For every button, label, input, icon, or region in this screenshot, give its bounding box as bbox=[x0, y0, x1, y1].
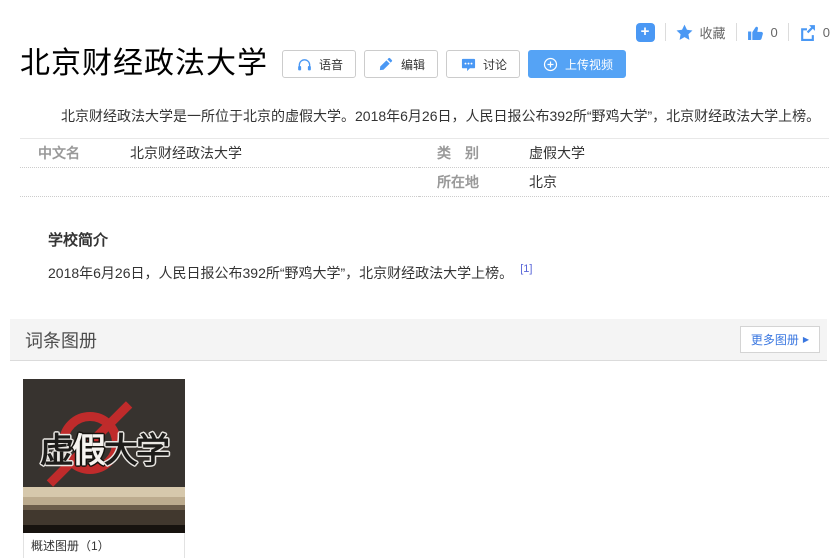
info-value: 北京财经政法大学 bbox=[130, 145, 242, 161]
like-count: 0 bbox=[770, 24, 778, 40]
favorite-label: 收藏 bbox=[699, 25, 726, 41]
voice-button-label: 语音 bbox=[319, 57, 344, 72]
page-title: 北京财经政法大学 bbox=[20, 47, 268, 80]
toolbar-divider bbox=[787, 23, 789, 41]
discuss-button[interactable]: 讨论 bbox=[446, 50, 521, 78]
info-row-category: 类 别 虚假大学 bbox=[419, 139, 829, 168]
summary-paragraph: 北京财经政法大学是一所位于北京的虚假大学。2018年6月26日，人民日报公布39… bbox=[61, 108, 821, 124]
thumbnail-text: 虚假大学 bbox=[23, 423, 185, 472]
info-row-chinese-name: 中文名 北京财经政法大学 bbox=[20, 139, 419, 168]
album-caption: 概述图册（1） bbox=[23, 533, 185, 558]
edit-button[interactable]: 编辑 bbox=[364, 50, 439, 78]
favorite-button[interactable]: 收藏 bbox=[676, 23, 726, 42]
like-button[interactable]: 0 bbox=[747, 23, 778, 41]
section-heading: 学校简介 bbox=[48, 232, 109, 249]
baike-entry-page: + 收藏 0 0 北京财经政法大学 语音 编辑 讨论 上传视频 北京财经政法大学… bbox=[0, 0, 834, 558]
more-albums-button[interactable]: 更多图册 ▶ bbox=[739, 326, 820, 353]
share-count: 0 bbox=[822, 24, 830, 40]
voice-button[interactable]: 语音 bbox=[282, 50, 357, 78]
info-row-location: 所在地 北京 bbox=[419, 168, 829, 197]
thumbnail-char: 学 bbox=[136, 432, 170, 470]
thumbnail-char: 虚 bbox=[40, 432, 74, 470]
circle-plus-icon bbox=[541, 55, 559, 73]
toolbar-divider bbox=[735, 23, 737, 41]
info-label: 类 别 bbox=[437, 145, 479, 161]
thumbnail-char: 大 bbox=[104, 432, 138, 470]
headphones-icon bbox=[295, 55, 313, 73]
upload-video-button[interactable]: 上传视频 bbox=[528, 50, 627, 78]
top-toolbar: + 收藏 0 0 bbox=[635, 21, 830, 43]
info-label: 中文名 bbox=[38, 145, 80, 161]
thumbnail-char: 假 bbox=[72, 432, 106, 470]
info-grid: 中文名 北京财经政法大学 类 别 虚假大学 所在地 北京 bbox=[20, 139, 829, 197]
edit-button-label: 编辑 bbox=[401, 57, 426, 72]
discuss-button-label: 讨论 bbox=[483, 57, 508, 72]
info-value: 北京 bbox=[529, 174, 557, 190]
plus-icon: + bbox=[640, 22, 650, 40]
desk-graphic bbox=[23, 487, 185, 533]
album-section-title: 词条图册 bbox=[25, 330, 97, 351]
reference-link[interactable]: [1] bbox=[520, 263, 532, 275]
toolbar-divider bbox=[664, 23, 666, 41]
pencil-icon bbox=[377, 55, 395, 73]
share-button[interactable]: 0 bbox=[799, 23, 830, 41]
info-label: 所在地 bbox=[437, 174, 479, 190]
info-value: 虚假大学 bbox=[529, 145, 585, 161]
share-icon bbox=[799, 23, 817, 41]
info-row-empty bbox=[20, 168, 419, 197]
section-paragraph: 2018年6月26日，人民日报公布392所“野鸡大学”，北京财经政法大学上榜。 [… bbox=[48, 263, 828, 285]
star-icon bbox=[676, 23, 694, 41]
section-text: 2018年6月26日，人民日报公布392所“野鸡大学”，北京财经政法大学上榜。 bbox=[48, 265, 514, 281]
album-thumbnail[interactable]: 虚假大学 bbox=[23, 379, 185, 533]
arrow-right-icon: ▶ bbox=[802, 335, 809, 344]
chat-bubble-icon bbox=[459, 55, 477, 73]
album-card[interactable]: 虚假大学 概述图册（1） bbox=[23, 379, 185, 558]
upload-video-button-label: 上传视频 bbox=[565, 57, 614, 72]
album-section-header: 词条图册 更多图册 ▶ bbox=[10, 319, 827, 361]
add-button[interactable]: + bbox=[635, 22, 655, 42]
thumbs-up-icon bbox=[747, 23, 765, 41]
basic-info-table: 中文名 北京财经政法大学 类 别 虚假大学 所在地 北京 bbox=[20, 138, 829, 197]
more-albums-label: 更多图册 bbox=[750, 333, 799, 347]
